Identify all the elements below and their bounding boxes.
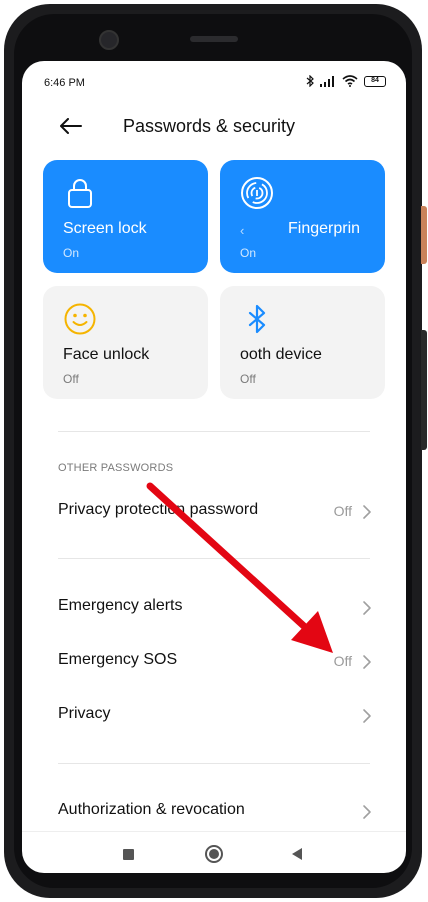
row-privacy[interactable]: Privacy (22, 696, 406, 736)
back-button[interactable] (58, 113, 84, 139)
row-label: Authorization & revocation (58, 801, 245, 818)
row-authorization-revocation[interactable]: Authorization & revocation (22, 792, 406, 832)
row-label: Privacy (58, 705, 111, 722)
power-button (421, 206, 427, 264)
signal-icon (320, 75, 334, 87)
divider (58, 558, 370, 559)
chevron-right-icon (363, 601, 371, 615)
volume-button (421, 330, 427, 450)
chevron-right-icon (363, 655, 371, 669)
bluetooth-icon (306, 75, 314, 87)
tile-screen-lock[interactable]: Screen lock On (43, 160, 208, 273)
page-title: Passwords & security (123, 116, 296, 136)
row-label: Emergency SOS (58, 651, 178, 668)
bluetooth-icon (248, 304, 266, 334)
row-emergency-alerts[interactable]: Emergency alerts (22, 588, 406, 628)
arrow-left-icon (60, 118, 82, 134)
tile-fingerprint[interactable]: ‹ Fingerprin On (220, 160, 385, 273)
nav-back-button[interactable] (292, 848, 302, 860)
screen: 6:46 PM 84 Passwords & security Screen l… (22, 61, 406, 873)
row-privacy-protection-password[interactable]: Privacy protection password Off (22, 492, 406, 532)
tile-title: Screen lock (63, 220, 147, 237)
divider (58, 763, 370, 764)
tile-status: On (63, 246, 80, 260)
row-value: Off (333, 653, 352, 669)
tile-title: Face unlock (63, 346, 150, 363)
home-button[interactable] (205, 845, 223, 863)
chevron-right-icon (363, 805, 371, 819)
status-bar: 6:46 PM 84 (22, 61, 406, 105)
tile-status: Off (240, 372, 256, 386)
row-emergency-sos[interactable]: Emergency SOS Off (22, 642, 406, 682)
tile-status: Off (63, 372, 79, 386)
divider (58, 431, 370, 432)
tile-face-unlock[interactable]: Face unlock Off (43, 286, 208, 399)
fingerprint-icon (241, 177, 273, 209)
wifi-icon (342, 75, 358, 87)
earpiece-speaker (190, 36, 238, 42)
row-value: Off (333, 503, 352, 519)
front-camera (99, 30, 119, 50)
chevron-right-icon (363, 709, 371, 723)
tile-title: ooth device (240, 346, 322, 363)
divider (22, 831, 406, 832)
tile-prefix-glyph: ‹ (240, 223, 245, 238)
row-label: Privacy protection password (58, 501, 259, 518)
status-icons: 84 (306, 75, 386, 87)
row-label: Emergency alerts (58, 597, 183, 614)
chevron-right-icon (363, 505, 371, 519)
tile-status: On (240, 246, 257, 260)
tile-bluetooth-device[interactable]: ooth device Off (220, 286, 385, 399)
lock-icon (68, 179, 92, 208)
status-time: 6:46 PM (44, 77, 85, 89)
recents-button[interactable] (123, 849, 134, 860)
smile-icon (64, 303, 96, 335)
tile-title: Fingerprin (288, 220, 361, 237)
header: Passwords & security (22, 105, 406, 153)
section-label-other-passwords: OTHER PASSWORDS (58, 462, 174, 474)
battery-icon: 84 (364, 75, 386, 87)
battery-level: 84 (371, 76, 379, 84)
navigation-bar (22, 833, 406, 873)
